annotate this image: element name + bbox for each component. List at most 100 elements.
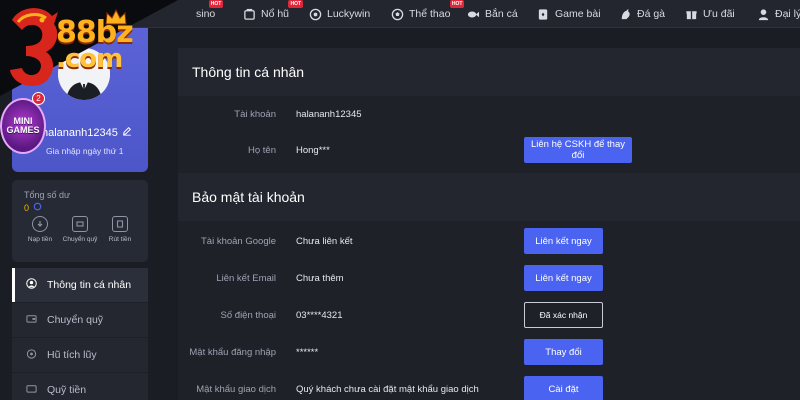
join-date: Gia nhập ngày thứ 1 [46,146,124,156]
sidebar-item-label: Chuyển quỹ [47,314,104,326]
security-row-google: Tài khoản Google Chưa liên kết Liên kết … [178,223,800,259]
nav-label: Đại lý [775,8,800,20]
nav-label: Game bài [555,8,601,20]
row-label: Số điện thoại [220,309,276,321]
balance-value: 0 [24,202,30,213]
deposit-label: Nạp tiền [27,236,53,243]
nav-item-the-thao[interactable]: Thể thao HOT [390,0,465,28]
slot-icon [242,7,256,21]
username: halananh12345 [42,126,118,139]
cards-icon [536,7,550,21]
brand-logo[interactable]: 88bz .com [0,0,178,96]
edit-icon[interactable] [122,126,132,139]
nav-item-game-bai[interactable]: Game bài [536,0,601,28]
nav-label: sino [196,8,216,20]
logo-line-2: .com [56,44,123,74]
row-value: Hong*** [296,144,330,156]
link-google-button[interactable]: Liên kết ngay [524,228,603,254]
hot-badge: HOT [449,0,465,8]
balance-value-row: 0 [24,202,42,213]
row-value: halananh12345 [296,108,362,120]
sidebar-item-thong-tin-ca-nhan[interactable]: Thông tin cá nhân [12,268,148,303]
mini-games-button[interactable]: MINI GAMES [0,98,46,154]
mini-games-label: MINI GAMES [6,116,40,135]
jar-icon [26,348,37,362]
row-value: Quý khách chưa cài đặt mật khẩu giao dịc… [296,383,479,395]
fish-icon [466,7,480,21]
rooster-icon [618,7,632,21]
personal-info-section: Tài khoản halananh12345 Họ tên Hong*** L… [178,96,800,178]
row-value: 03****4321 [296,309,343,321]
security-row-phone: Số điện thoại 03****4321 Đã xác nhận [178,297,800,333]
sidebar-item-chuyen-quy[interactable]: Chuyển quỹ [12,303,148,338]
row-label: Tài khoản [234,108,276,120]
row-label: Họ tên [248,144,276,156]
deposit-button[interactable]: Nạp tiền [22,214,58,254]
sidebar-item-label: Hũ tích lũy [47,349,97,361]
nav-item-casino[interactable]: sino HOT [196,0,224,28]
row-value: Chưa liên kết [296,235,353,247]
row-value: ****** [296,346,319,358]
dragon-icon [10,8,58,87]
section-title-security: Bảo mật tài khoản [178,173,800,221]
hot-badge: HOT [208,0,224,8]
link-email-button[interactable]: Liên kết ngay [524,265,603,291]
luckywin-icon [308,7,322,21]
info-row-ho-ten: Họ tên Hong*** Liên hệ CSKH để thay đổi [178,132,800,168]
refresh-icon[interactable] [33,202,42,213]
change-password-button[interactable]: Thay đổi [524,339,603,365]
soccer-ball-icon [390,7,404,21]
security-row-transaction-password: Mật khẩu giao dịch Quý khách chưa cài đặ… [178,371,800,400]
main-content: Thông tin cá nhân Tài khoản halananh1234… [178,42,800,400]
withdraw-button[interactable]: Rút tiền [102,214,138,254]
section-title-personal: Thông tin cá nhân [178,48,800,96]
wallet-icon [26,313,37,327]
nav-label: Đá gà [637,8,666,20]
row-value: Chưa thêm [296,272,344,284]
agent-icon [756,7,770,21]
sidebar-item-hu-tich-luy[interactable]: Hũ tích lũy [12,338,148,373]
balance-card: Tổng số dư 0 Nạp tiền Chuyển quỹ Rút tiề… [12,180,148,262]
info-row-tai-khoan: Tài khoản halananh12345 [178,96,800,132]
nav-label: Nổ hũ [261,8,290,20]
nav-item-uu-dai[interactable]: Ưu đãi [684,0,735,28]
nav-label: Bắn cá [485,8,518,20]
sidebar-item-quy-tien[interactable]: Quỹ tiền [12,373,148,400]
row-label: Mật khẩu giao dịch [196,383,276,395]
security-row-email: Liên kết Email Chưa thêm Liên kết ngay [178,260,800,296]
deposit-icon [32,216,48,232]
nav-item-da-ga[interactable]: Đá gà [618,0,665,28]
user-icon [26,278,37,292]
sidebar-item-label: Quỹ tiền [47,384,87,396]
setup-transaction-password-button[interactable]: Cài đặt [524,376,603,400]
crown-icon [105,8,127,25]
row-label: Tài khoản Google [201,235,276,247]
row-label: Liên kết Email [216,272,276,284]
withdraw-label: Rút tiền [108,236,132,243]
security-row-login-password: Mật khẩu đăng nhập ****** Thay đổi [178,334,800,370]
withdraw-icon [112,216,128,232]
nav-label: Ưu đãi [703,8,735,20]
hot-badge: HOT [288,0,304,8]
transfer-button[interactable]: Chuyển quỹ [62,214,98,254]
balance-label: Tổng số dư [24,190,71,200]
nav-label: Luckywin [327,8,371,20]
nav-item-no-hu[interactable]: Nổ hũ HOT [242,0,304,28]
logo-text: 88bz .com [56,18,134,74]
sidebar-item-label: Thông tin cá nhân [47,279,132,291]
sidebar-menu: Thông tin cá nhân Chuyển quỹ Hũ tích lũy… [12,268,148,400]
gift-icon [684,7,698,21]
money-icon [26,383,37,397]
nav-label: Thể thao [409,8,451,20]
wallet-actions: Nạp tiền Chuyển quỹ Rút tiền [22,214,138,254]
notification-badge: 2 [32,92,45,105]
nav-item-luckywin[interactable]: Luckywin [308,0,370,28]
nav-item-dai-ly[interactable]: Đại lý [756,0,800,28]
username-row: halananh12345 [42,126,132,139]
nav-item-ban-ca[interactable]: Bắn cá [466,0,518,28]
contact-support-button[interactable]: Liên hệ CSKH để thay đổi [524,137,632,163]
row-label: Mật khẩu đăng nhập [189,346,276,358]
security-section: Tài khoản Google Chưa liên kết Liên kết … [178,221,800,400]
phone-verified-button[interactable]: Đã xác nhận [524,302,603,328]
transfer-icon [72,216,88,232]
